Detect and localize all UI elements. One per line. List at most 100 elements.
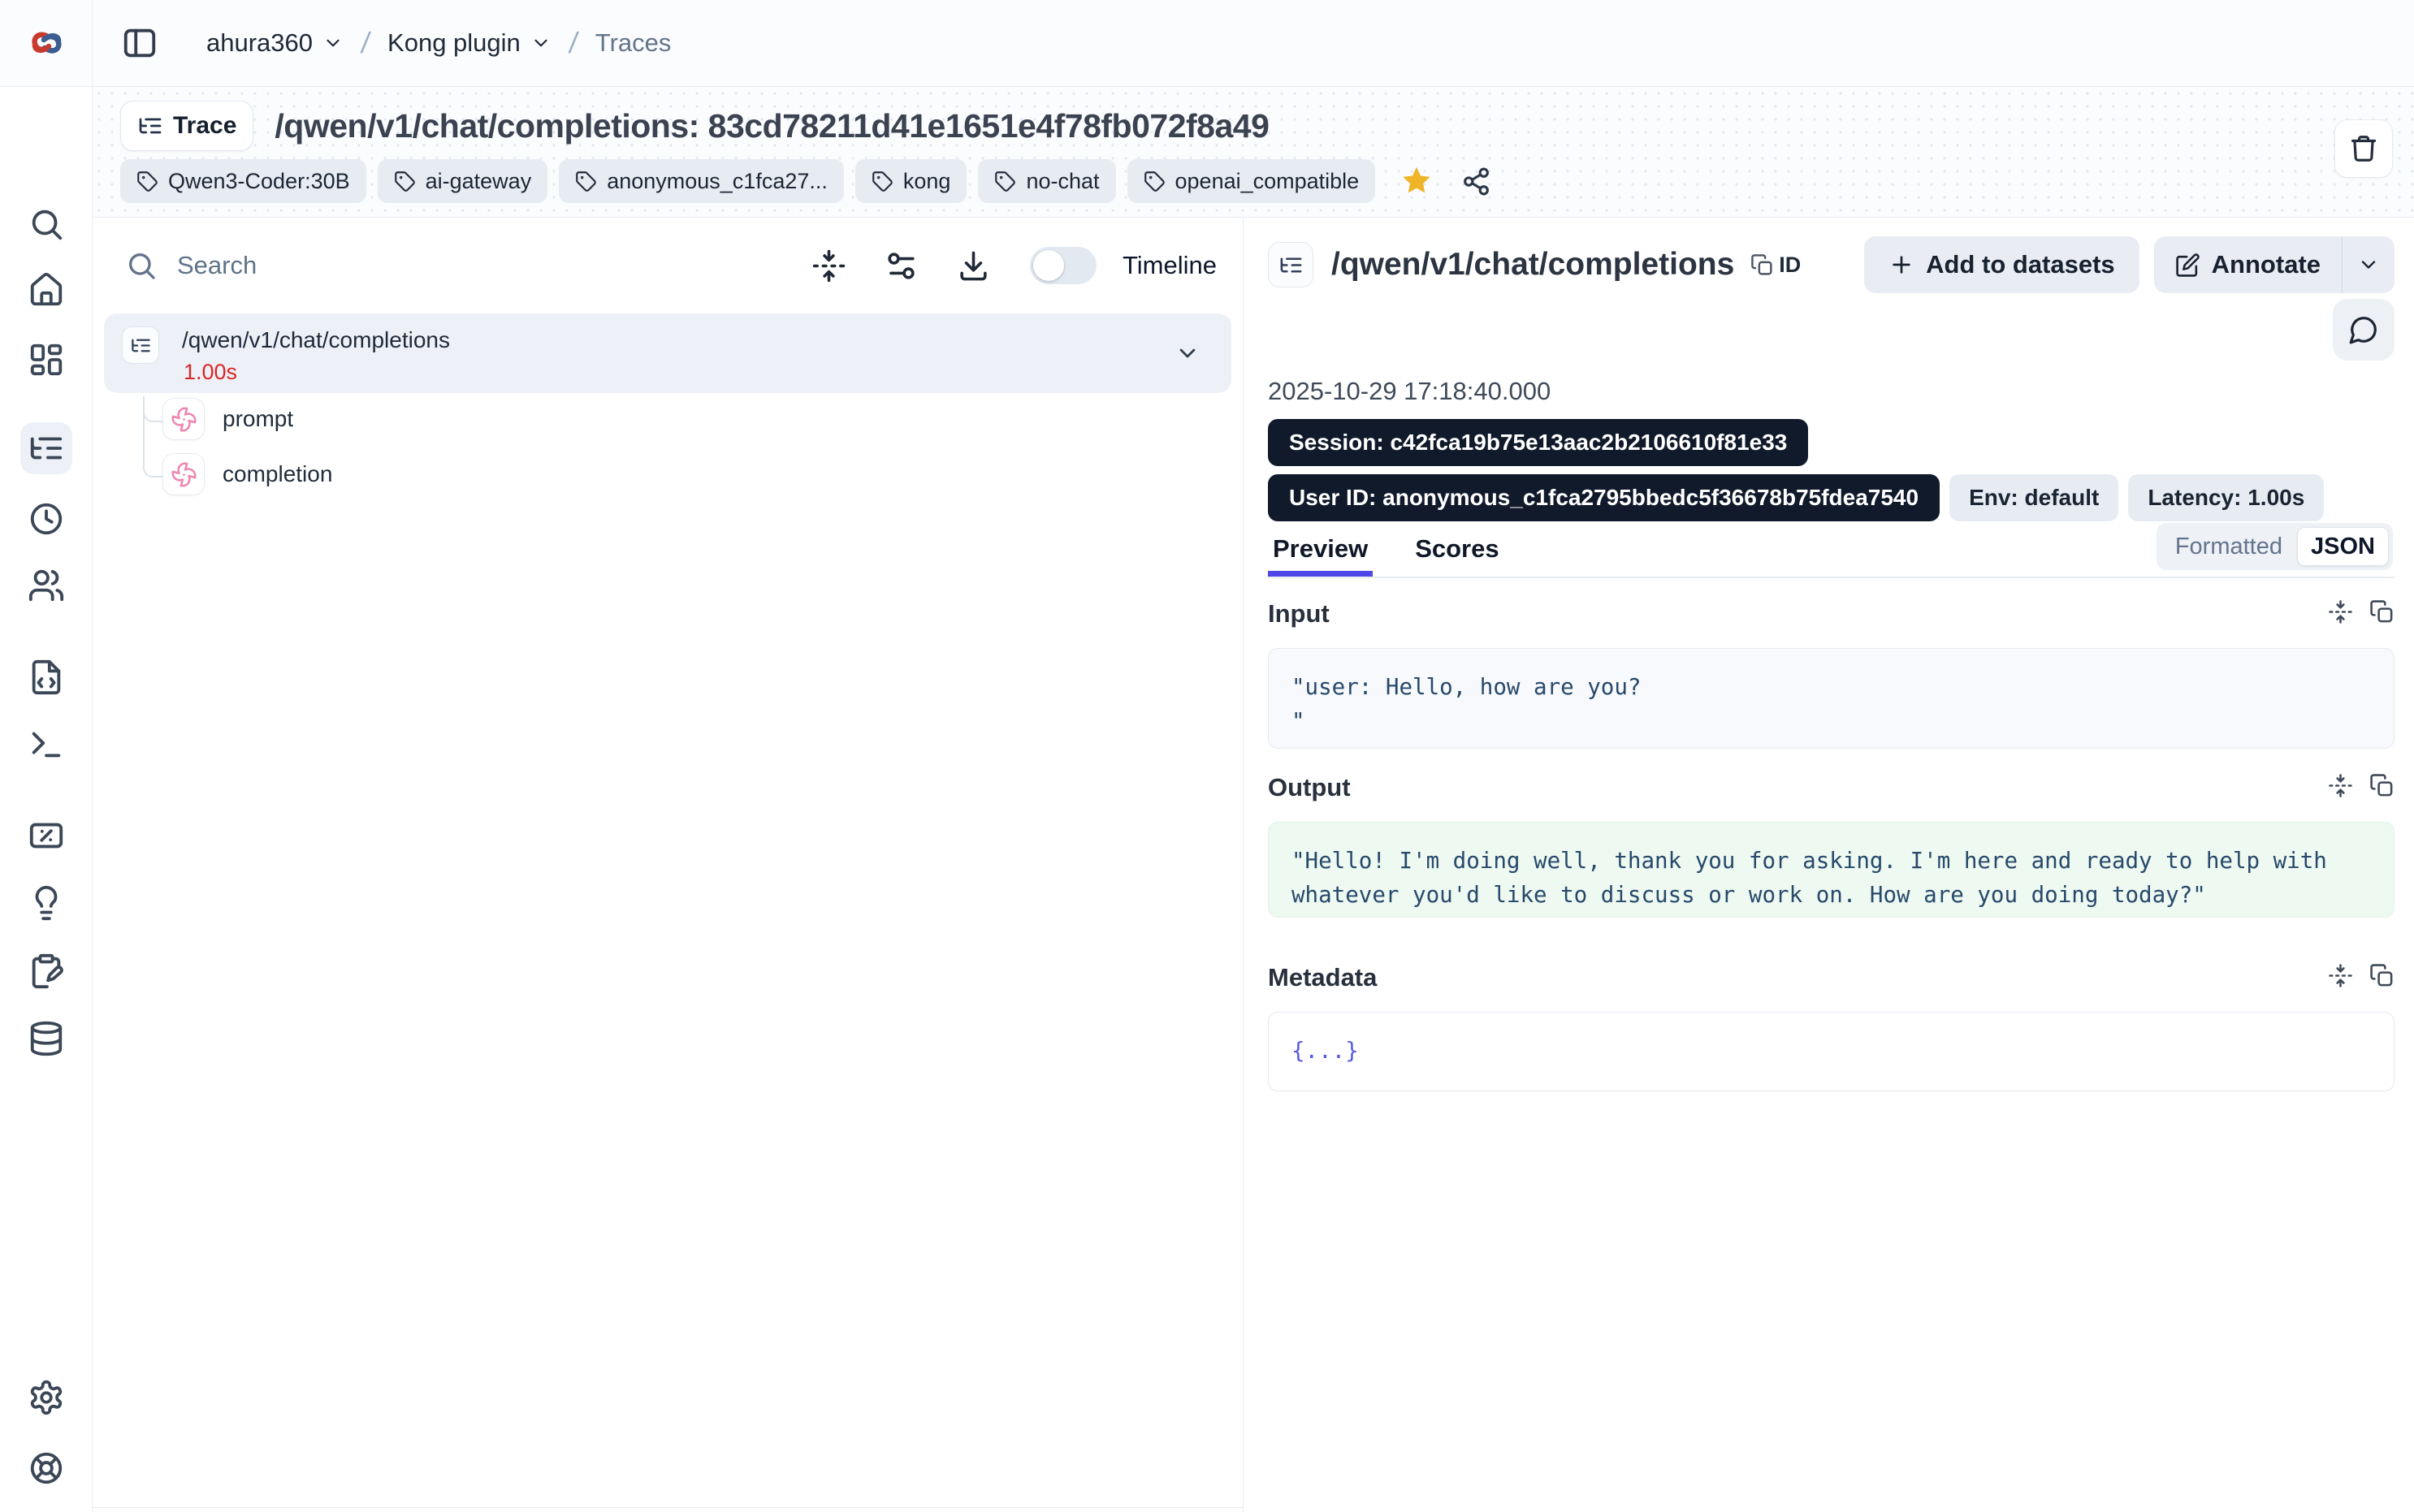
metadata-section-label: Metadata bbox=[1268, 963, 1377, 992]
trace-type-badge: Trace bbox=[120, 101, 253, 151]
collapse-section-button[interactable] bbox=[2328, 773, 2353, 802]
view-settings-button[interactable] bbox=[884, 248, 919, 283]
annotate-button[interactable]: Annotate bbox=[2154, 236, 2342, 293]
metadata-content[interactable]: {...} bbox=[1268, 1012, 2395, 1091]
bookmark-star-button[interactable] bbox=[1400, 164, 1434, 198]
observation-tree: /qwen/v1/chat/completions 1.00s prompt c… bbox=[93, 313, 1243, 497]
breadcrumb-project-label: ahura360 bbox=[206, 28, 313, 58]
tree-root-row[interactable]: /qwen/v1/chat/completions 1.00s bbox=[104, 313, 1231, 393]
observation-explorer-panel: Timeline /qwen/v1/chat/completions 1.00s… bbox=[93, 218, 1243, 1508]
env-badge: Env: default bbox=[1949, 474, 2118, 521]
app-logo[interactable] bbox=[0, 0, 93, 86]
nav-search[interactable] bbox=[20, 198, 72, 250]
trace-type-label: Trace bbox=[173, 112, 236, 140]
tab-preview[interactable]: Preview bbox=[1268, 534, 1373, 577]
tag-pill[interactable]: anonymous_c1fca27... bbox=[559, 159, 844, 203]
tag-pill[interactable]: openai_compatible bbox=[1127, 159, 1376, 203]
nav-settings[interactable] bbox=[20, 1372, 72, 1423]
tab-scores[interactable]: Scores bbox=[1410, 534, 1503, 577]
comments-button[interactable] bbox=[2333, 299, 2395, 361]
trace-tree-icon bbox=[130, 335, 152, 356]
trace-detail-page: ahura360 / Kong plugin / Traces RB bbox=[0, 0, 2414, 1512]
annotate-dropdown-button[interactable] bbox=[2343, 236, 2395, 293]
nav-evaluation[interactable] bbox=[20, 810, 72, 862]
download-button[interactable] bbox=[956, 248, 991, 283]
plus-icon bbox=[1888, 252, 1914, 278]
nav-annotation-queues[interactable] bbox=[20, 945, 72, 997]
delete-trace-button[interactable] bbox=[2334, 119, 2393, 178]
chevron-down-icon bbox=[2357, 253, 2380, 276]
logo-knot-icon bbox=[27, 24, 66, 63]
trace-tree-icon bbox=[28, 430, 65, 467]
timeline-toggle-label: Timeline bbox=[1123, 251, 1217, 280]
detail-title: /qwen/v1/chat/completions bbox=[1331, 247, 1734, 283]
share-button[interactable] bbox=[1461, 166, 1491, 197]
breadcrumb-separator: / bbox=[567, 26, 580, 60]
copy-id-button[interactable]: ID bbox=[1750, 253, 1801, 278]
breadcrumb-section[interactable]: Kong plugin bbox=[387, 28, 552, 58]
metadata-section-header: Metadata bbox=[1268, 963, 2395, 992]
copy-icon bbox=[2369, 963, 2395, 988]
nav-users[interactable] bbox=[20, 559, 72, 611]
fan-event-icon bbox=[171, 406, 197, 433]
sidebar-toggle-button[interactable] bbox=[115, 19, 164, 67]
trace-header: Trace /qwen/v1/chat/completions: 83cd782… bbox=[93, 87, 2414, 218]
event-node-badge bbox=[162, 453, 205, 495]
trace-detail-panel: /qwen/v1/chat/completions ID Add to data… bbox=[1244, 218, 2414, 1512]
copy-section-button[interactable] bbox=[2369, 773, 2395, 802]
nav-insights[interactable] bbox=[20, 877, 72, 929]
nav-support[interactable] bbox=[20, 1442, 72, 1494]
terminal-icon bbox=[28, 726, 65, 763]
breadcrumb-separator: / bbox=[359, 26, 372, 60]
tag-pill[interactable]: kong bbox=[855, 159, 967, 203]
trace-node-badge bbox=[122, 326, 159, 364]
dashboard-grid-icon bbox=[28, 341, 65, 378]
input-section-header: Input bbox=[1268, 599, 2395, 629]
nav-traces[interactable] bbox=[20, 422, 72, 474]
collapse-all-button[interactable] bbox=[811, 248, 846, 283]
nav-prompts[interactable] bbox=[20, 651, 72, 703]
tag-pill[interactable]: no-chat bbox=[978, 159, 1115, 203]
add-to-datasets-button[interactable]: Add to datasets bbox=[1864, 236, 2139, 293]
collapse-section-button[interactable] bbox=[2328, 963, 2353, 992]
timeline-toggle[interactable] bbox=[1030, 247, 1097, 284]
tree-item-label: prompt bbox=[223, 406, 293, 432]
tree-item-prompt[interactable]: prompt bbox=[104, 396, 1231, 442]
format-formatted-option[interactable]: Formatted bbox=[2161, 534, 2297, 560]
tag-pill[interactable]: ai-gateway bbox=[378, 159, 548, 203]
nav-home[interactable] bbox=[20, 264, 72, 316]
tag-icon bbox=[994, 171, 1016, 192]
tag-label: ai-gateway bbox=[426, 169, 532, 194]
input-section-label: Input bbox=[1268, 599, 1330, 629]
panel-left-icon bbox=[121, 24, 158, 62]
lightbulb-icon bbox=[28, 884, 65, 922]
copy-section-button[interactable] bbox=[2369, 963, 2395, 992]
event-node-badge bbox=[162, 398, 205, 440]
explorer-toolbar: Timeline bbox=[93, 218, 1243, 313]
gear-icon bbox=[28, 1379, 65, 1416]
fold-vertical-icon bbox=[811, 248, 846, 283]
user-id-badge[interactable]: User ID: anonymous_c1fca2795bbedc5f36678… bbox=[1268, 474, 1940, 521]
collapse-node-button[interactable] bbox=[1175, 340, 1201, 370]
session-badge[interactable]: Session: c42fca19b75e13aac2b2106610f81e3… bbox=[1268, 419, 1808, 466]
breadcrumb-page-traces[interactable]: Traces bbox=[595, 28, 672, 58]
search-input[interactable] bbox=[177, 251, 697, 280]
format-json-option[interactable]: JSON bbox=[2297, 527, 2389, 566]
copy-section-button[interactable] bbox=[2369, 599, 2395, 629]
trace-node-badge bbox=[1268, 242, 1313, 287]
tag-icon bbox=[394, 171, 416, 192]
detail-header: /qwen/v1/chat/completions ID Add to data… bbox=[1268, 234, 2395, 296]
tree-children: prompt completion bbox=[104, 396, 1231, 497]
breadcrumb-project[interactable]: ahura360 bbox=[206, 28, 344, 58]
nav-datasets[interactable] bbox=[20, 1013, 72, 1065]
nav-playground[interactable] bbox=[20, 719, 72, 771]
tag-pill[interactable]: Qwen3-Coder:30B bbox=[120, 159, 366, 203]
add-to-datasets-label: Add to datasets bbox=[1926, 250, 2115, 279]
collapse-section-button[interactable] bbox=[2328, 599, 2353, 629]
copy-icon bbox=[1750, 253, 1774, 277]
tree-item-completion[interactable]: completion bbox=[104, 451, 1231, 497]
nav-dashboards[interactable] bbox=[20, 334, 72, 386]
tag-label: openai_compatible bbox=[1175, 169, 1360, 194]
nav-sessions[interactable] bbox=[20, 493, 72, 545]
share-icon bbox=[1461, 166, 1491, 197]
